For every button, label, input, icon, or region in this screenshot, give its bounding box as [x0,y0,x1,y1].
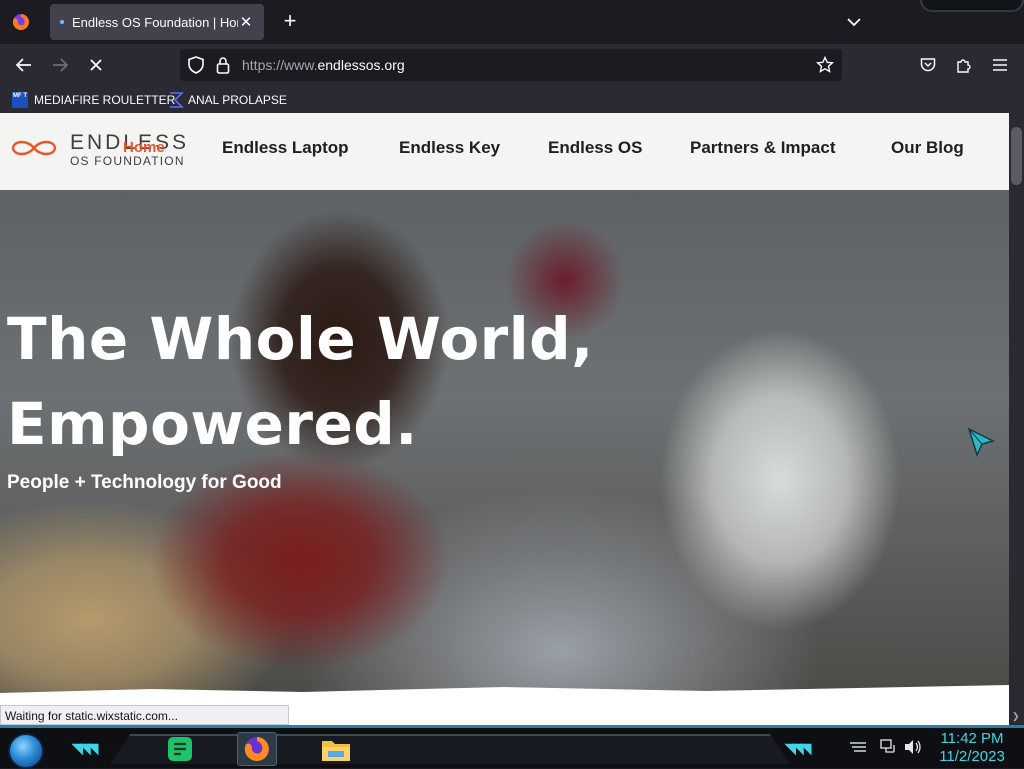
firefox-view-button[interactable] [0,0,42,44]
bookmark-label: MEDIAFIRE ROULETTER [34,93,176,107]
mediafire-icon: MF T [12,92,28,108]
nav-link-endless-os[interactable]: Endless OS [548,138,642,158]
nav-link-partners-impact[interactable]: Partners & Impact [690,138,836,158]
nav-link-home[interactable]: Home [123,139,165,156]
nav-link-endless-laptop[interactable]: Endless Laptop [222,138,349,158]
page-loading-area [289,705,1009,725]
bookmarks-toolbar: MF T MEDIAFIRE ROULETTER ANAL PROLAPSE [0,86,1024,113]
hero-heading-line-1: The Whole World, [7,305,594,373]
show-hidden-icons-icon[interactable] [848,739,868,753]
bookmark-mediafire-rouletter[interactable]: MF T MEDIAFIRE ROULETTER [12,90,175,110]
hamburger-menu-icon [993,59,1007,71]
notes-app-icon [168,737,192,761]
arrow-right-icon [53,58,68,72]
address-bar[interactable]: https://www.endlessos.org [180,49,842,81]
taskbar-app-notes[interactable] [160,732,200,766]
taskbar: ◥◥◥ ◥◥◥ 11:42 PM 11/2/2023 [0,725,1024,769]
extensions-button[interactable] [951,53,977,77]
sigma-icon [170,92,184,108]
taskbar-app-firefox[interactable] [237,732,277,766]
bookmark-star-icon[interactable] [816,56,834,74]
close-icon [90,59,102,71]
active-tab[interactable]: Endless OS Foundation | Home ✕ [50,4,264,40]
endless-os-foundation-logo[interactable]: ENDLESS OS FOUNDATION Home [10,131,186,171]
system-clock[interactable]: 11:42 PM 11/2/2023 [930,730,1014,766]
list-all-tabs-button[interactable] [842,10,866,34]
scroll-down-arrow-icon[interactable]: ❯ [1012,711,1020,722]
forward-button[interactable] [46,52,74,78]
taskbar-track [110,734,790,764]
tab-title: Endless OS Foundation | Home [72,14,238,30]
page-scrollbar[interactable] [1009,113,1024,725]
nav-link-our-blog[interactable]: Our Blog [891,138,964,158]
lock-icon[interactable] [216,56,230,74]
network-icon[interactable] [880,739,898,755]
navigation-toolbar: https://www.endlessos.org [0,44,1024,86]
infinity-logo-icon [11,140,57,156]
scrollbar-thumb[interactable] [1011,127,1022,185]
url-domain: endlessos.org [317,57,405,73]
new-tab-button[interactable]: + [276,8,304,36]
logo-subtitle: OS FOUNDATION [70,154,185,168]
volume-icon[interactable] [904,739,922,755]
back-button[interactable] [10,52,38,78]
chevron-decoration-icon: ◥◥◥ [72,740,98,756]
mouse-cursor-icon [967,427,996,457]
file-explorer-icon [322,741,350,761]
puzzle-icon [957,59,971,73]
chevron-down-icon [847,18,861,27]
loading-indicator [60,20,64,24]
hero-torn-edge-divider [0,685,1009,705]
bookmark-anal-prolapse[interactable]: ANAL PROLAPSE [168,90,287,110]
bookmark-label: ANAL PROLAPSE [188,93,287,107]
clock-date: 11/2/2023 [939,748,1005,765]
tab-strip: Endless OS Foundation | Home ✕ + [0,0,1024,44]
stop-loading-button[interactable] [82,52,110,78]
firefox-icon [12,14,29,30]
tracking-protection-shield-icon[interactable] [188,56,204,74]
pocket-icon [920,58,936,72]
chevron-decoration-icon: ◥◥◥ [785,740,811,756]
close-tab-icon[interactable]: ✕ [238,13,254,31]
clock-time: 11:42 PM [940,730,1004,747]
hero-subtitle: People + Technology for Good [7,472,282,493]
start-button[interactable] [8,733,44,769]
url-text[interactable]: https://www.endlessos.org [242,57,405,73]
window-corner-decoration [920,0,1024,12]
status-text: Waiting for static.wixstatic.com... [0,705,289,725]
web-page-viewport: ENDLESS OS FOUNDATION Home Endless Lapto… [0,113,1009,705]
hero-section: The Whole World, Empowered. People + Tec… [0,190,1009,705]
arrow-left-icon [16,58,31,72]
pocket-button[interactable] [915,53,941,77]
site-header: ENDLESS OS FOUNDATION Home Endless Lapto… [0,113,1009,190]
taskbar-app-file-explorer[interactable] [316,732,356,766]
hero-heading-line-2: Empowered. [7,390,418,458]
url-prefix: https://www. [242,57,318,73]
nav-link-endless-key[interactable]: Endless Key [399,138,500,158]
firefox-icon [244,737,269,761]
app-menu-button[interactable] [987,53,1013,77]
